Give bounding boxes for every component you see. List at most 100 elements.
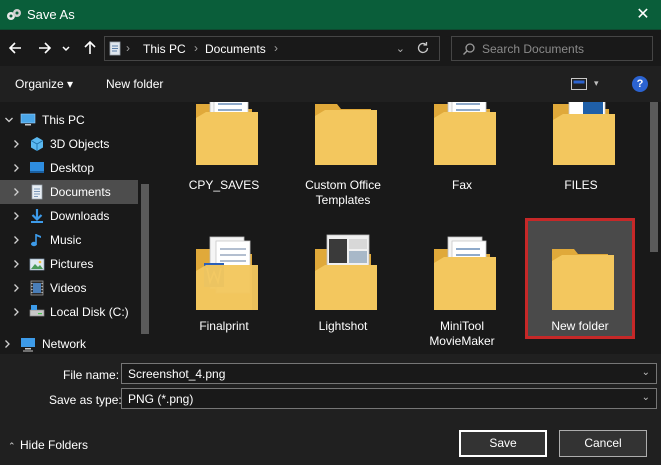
arrow-left-icon [8,42,21,54]
chevron-right-icon[interactable] [2,337,12,351]
sidebar-item-label: Downloads [50,209,110,223]
file-list[interactable]: CPY_SAVES Custom Office Templates Fax FI… [152,102,661,354]
folder-excel-icon [553,102,615,165]
chevron-right-icon[interactable] [11,281,21,295]
sidebar-item-label: Network [42,337,87,351]
file-item-files[interactable]: FILES [527,102,635,210]
file-item-minitool-moviemaker[interactable]: MiniTool MovieMaker [408,223,516,348]
save-as-type-dropdown-button[interactable]: ⌄ [642,392,650,403]
network-icon [21,338,35,352]
recent-locations-button[interactable] [60,38,72,58]
sidebar-item-label: Documents [50,185,111,199]
sidebar-item-desktop[interactable]: Desktop [0,156,138,180]
file-item-label: New folder [551,319,609,333]
file-item-lightshot[interactable]: Lightshot [289,223,397,345]
file-item-cpy-saves[interactable]: CPY_SAVES [170,102,278,210]
sidebar-item-network[interactable]: Network [0,332,138,354]
monitor-icon [20,113,36,126]
sidebar-item-this-pc[interactable]: This PC [0,108,138,132]
arrow-right-icon [39,42,52,54]
file-item-label: Fax [451,178,472,192]
folder-icon [196,102,258,165]
chevron-right-icon[interactable] [11,257,21,271]
download-icon [31,209,43,223]
close-button[interactable]: ✕ [625,0,661,30]
folder-icon [434,102,496,165]
file-item-fax[interactable]: Fax [408,102,516,210]
sidebar-item-label: Music [50,233,82,247]
sidebar-item-music[interactable]: Music [0,228,138,252]
sidebar-item-pictures[interactable]: Pictures [0,252,138,276]
view-options-icon[interactable] [571,78,587,90]
content-scrollbar[interactable] [647,102,661,354]
file-name-field[interactable]: Screenshot_4.png ⌄ [121,363,657,384]
cube-icon [30,137,44,151]
file-item-label: MiniTool MovieMaker [429,319,495,348]
sidebar-item-videos[interactable]: Videos [0,276,138,300]
title-bar: Save As ✕ [0,0,661,30]
sidebar-item-label: Local Disk (C:) [50,305,129,319]
help-icon[interactable]: ? [632,76,648,92]
file-item-new-folder[interactable]: New folder [525,218,635,339]
save-as-type-select[interactable]: PNG (*.png) ⌄ [121,388,657,409]
navigation-bar: › This PC › Documents › ⌄ [0,30,661,66]
sidebar-scrollbar-thumb[interactable] [141,184,149,334]
sidebar-item-3d-objects[interactable]: 3D Objects [0,132,138,156]
breadcrumb-separator: › [194,41,198,55]
back-button[interactable] [6,38,26,58]
file-item-custom-office-templates[interactable]: Custom Office Templates [289,102,397,210]
address-dropdown-button[interactable]: ⌄ [396,42,405,55]
app-icon [7,9,21,20]
chevron-down-icon[interactable] [4,113,14,127]
hide-folders-button[interactable]: ⌃ Hide Folders [8,438,88,452]
organize-button[interactable]: Organize ▾ [15,77,73,91]
music-icon [31,234,41,247]
sidebar-item-downloads[interactable]: Downloads [0,204,138,228]
save-form: File name: Screenshot_4.png ⌄ Save as ty… [0,354,661,465]
chevron-down-icon [62,46,70,52]
chevron-right-icon[interactable] [11,137,21,151]
file-name-label: File name: [63,368,120,382]
cancel-button[interactable]: Cancel [559,430,647,457]
chevron-right-icon[interactable] [11,233,21,247]
chevron-up-icon: ⌃ [8,441,16,451]
chevron-right-icon[interactable] [11,209,21,223]
up-button[interactable] [80,38,100,58]
desktop-icon [30,162,44,173]
breadcrumb-this-pc[interactable]: This PC [143,42,186,56]
save-as-type-label: Save as type: [49,393,122,407]
content-scrollbar-thumb[interactable] [650,102,658,252]
sidebar-item-label: Desktop [50,161,95,175]
document-location-icon [109,41,121,56]
search-icon [463,43,475,55]
file-item-finalprint[interactable]: Finalprint [170,223,278,345]
hide-folders-label: Hide Folders [20,438,89,452]
navigation-pane[interactable]: This PC 3D Objects Desktop Documents Dow… [0,102,152,354]
refresh-icon[interactable] [415,40,431,56]
save-button[interactable]: Save [459,430,547,457]
file-name-dropdown-button[interactable]: ⌄ [642,367,650,378]
search-box[interactable] [451,36,653,61]
sidebar-item-local-disk[interactable]: Local Disk (C:) [0,300,138,324]
chevron-right-icon[interactable] [11,305,21,319]
breadcrumb-separator: › [274,41,278,55]
new-folder-button[interactable]: New folder [106,77,163,91]
file-item-label: CPY_SAVES [188,178,260,192]
command-bar: Organize ▾ New folder ▾ ? [0,66,661,102]
sidebar-scrollbar[interactable] [138,102,152,354]
forward-button[interactable] [34,38,54,58]
view-dropdown-button[interactable]: ▾ [594,78,599,89]
sidebar-item-documents[interactable]: Documents [0,180,138,204]
sidebar-item-label: Videos [50,281,87,295]
chevron-right-icon[interactable] [11,161,21,175]
save-as-type-value: PNG (*.png) [128,392,194,406]
file-name-value[interactable]: Screenshot_4.png [128,367,225,381]
arrow-up-icon [84,40,96,54]
breadcrumb-separator: › [126,41,130,55]
pictures-icon [29,258,45,271]
search-input[interactable] [482,41,647,57]
address-bar[interactable]: › This PC › Documents › ⌄ [104,36,440,61]
chevron-right-icon[interactable] [11,185,21,199]
sidebar-item-label: 3D Objects [50,137,110,151]
breadcrumb-documents[interactable]: Documents [205,42,266,56]
